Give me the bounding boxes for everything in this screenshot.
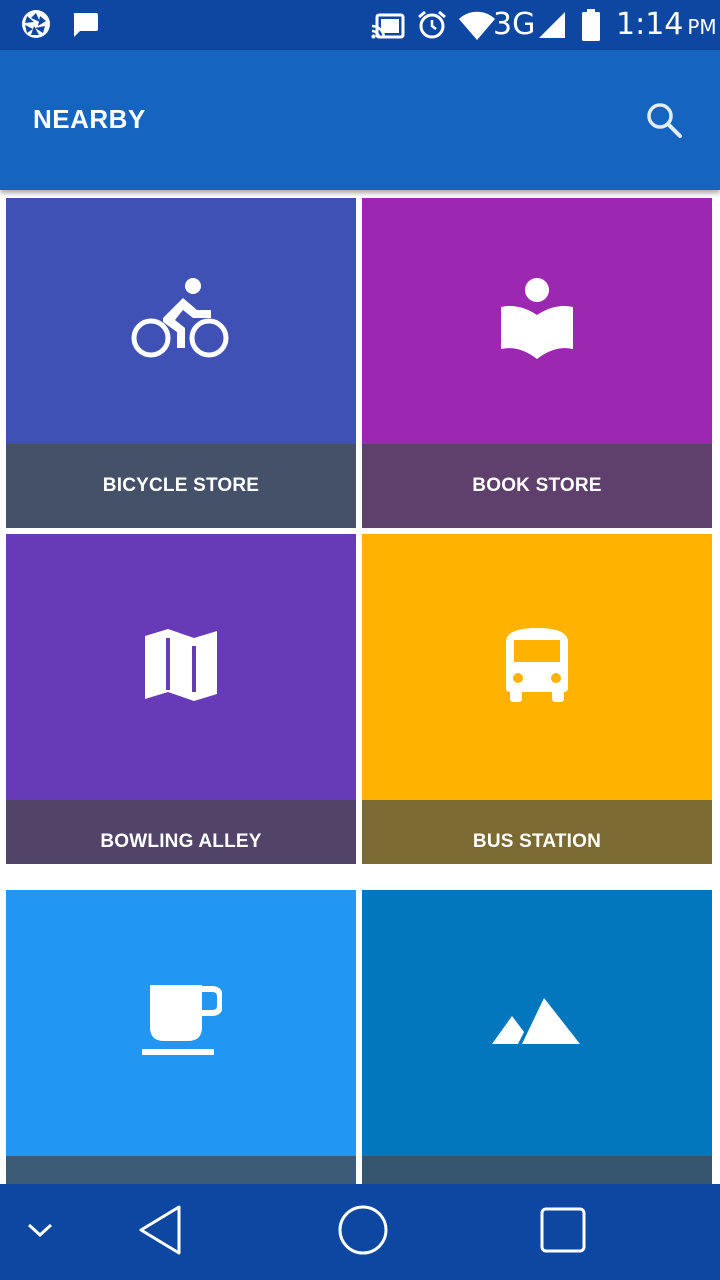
tile-cafe[interactable] [6,890,356,1184]
tile-label: BUS STATION [472,831,602,852]
tile-footer: BOOK STORE [362,444,712,528]
tile-label: BOOK STORE [472,475,602,496]
tile-bus-station[interactable]: BUS STATION [362,534,712,864]
search-icon [644,100,684,145]
tile-top [6,534,356,800]
status-time-value: 1:14 [616,7,684,42]
home-icon [337,1204,389,1261]
search-button[interactable] [640,98,688,146]
status-time: 1:14 PM [616,7,717,45]
map-icon [144,628,218,707]
tile-bowling-alley[interactable]: BOWLING ALLEY [6,534,356,864]
network-type: 3G [493,7,536,42]
bus-icon [504,626,570,709]
status-bar: 3G 1:14 PM [0,0,720,50]
hide-keyboard-button[interactable] [20,1212,60,1252]
tile-bicycle-store[interactable]: BICYCLE STORE [6,198,356,528]
page-title: NEARBY [33,104,146,134]
tile-footer: BUS STATION [362,800,712,864]
tile-footer [362,1156,712,1184]
tile-footer: BICYCLE STORE [6,444,356,528]
tile-footer [6,1156,356,1184]
tile-label: BICYCLE STORE [102,475,260,496]
navigation-bar [0,1184,720,1280]
aperture-icon [20,8,52,45]
tile-top [362,198,712,444]
chevron-down-icon [27,1222,53,1243]
alarm-icon [416,9,448,46]
category-grid: BICYCLE STORE BOOK STORE BOWLING ALLEY B… [0,190,720,1184]
book-reader-icon [499,277,575,366]
status-time-ampm: PM [687,15,717,39]
cafe-cup-icon [140,983,223,1064]
app-bar: NEARBY [0,50,720,190]
tile-footer: BOWLING ALLEY [6,800,356,864]
recents-button[interactable] [533,1202,593,1262]
recents-icon [539,1206,587,1259]
back-button[interactable] [130,1202,190,1262]
screen: 3G 1:14 PM NEARBY BICYCLE STORE BOOK STO… [0,0,720,1280]
back-icon [137,1203,183,1262]
cast-icon [371,12,405,45]
bicycle-icon [131,276,231,367]
tile-label: BOWLING ALLEY [100,831,262,852]
tile-mountains[interactable] [362,890,712,1184]
signal-icon [535,10,567,45]
wifi-icon [458,11,496,46]
tile-top [6,198,356,444]
tile-top [362,534,712,800]
tile-top [6,890,356,1156]
message-icon [70,11,100,44]
mountains-icon [492,996,582,1051]
tile-top [362,890,712,1156]
battery-icon [580,8,602,47]
tile-book-store[interactable]: BOOK STORE [362,198,712,528]
home-button[interactable] [333,1202,393,1262]
